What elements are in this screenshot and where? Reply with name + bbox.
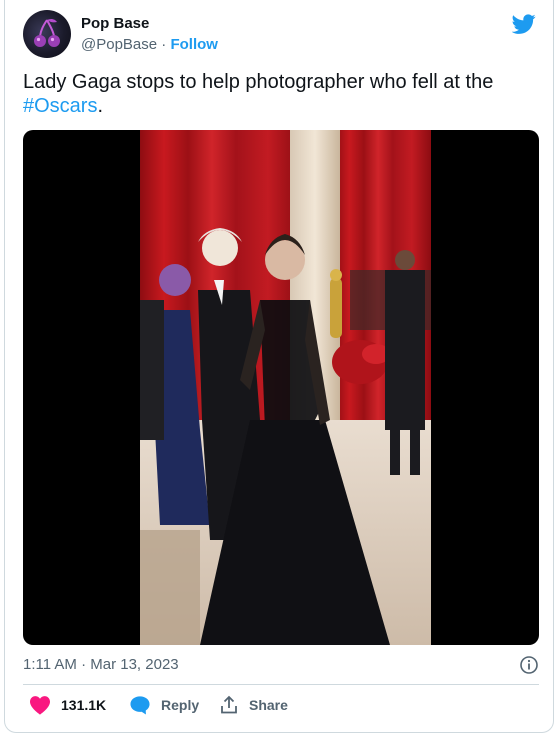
speech-bubble-icon (130, 696, 150, 715)
heart-icon (30, 696, 50, 715)
like-button[interactable]: 131.1K (29, 693, 106, 717)
like-count: 131.1K (61, 697, 107, 713)
action-bar: 131.1K Reply Share (23, 693, 539, 717)
share-upload-icon (221, 695, 237, 714)
divider (23, 684, 539, 685)
display-name[interactable]: Pop Base (81, 15, 218, 33)
tweet-card: Pop Base @PopBase · Follow Lady Gaga sto… (4, 0, 554, 733)
twitter-bird-icon[interactable] (512, 12, 536, 36)
info-icon[interactable] (519, 655, 539, 675)
video-frame[interactable] (140, 130, 431, 645)
timestamp[interactable]: 1:11 AM · Mar 13, 2023 (23, 656, 179, 673)
tweet-text-end: . (97, 95, 104, 117)
reply-button[interactable]: Reply (129, 693, 199, 717)
handle-line: @PopBase · Follow (81, 35, 218, 55)
tweet-text: Lady Gaga stops to help photographer who… (23, 70, 533, 118)
tweet-video[interactable] (23, 130, 539, 645)
share-label: Share (249, 697, 288, 713)
follow-button[interactable]: Follow (170, 36, 218, 53)
share-button[interactable]: Share (219, 693, 288, 717)
avatar[interactable] (23, 10, 71, 58)
tweet-header: Pop Base @PopBase · Follow (23, 10, 538, 60)
video-still-image (140, 130, 431, 645)
hashtag-link[interactable]: #Oscars (23, 95, 97, 117)
tweet-meta: 1:11 AM · Mar 13, 2023 (23, 654, 539, 676)
handle[interactable]: @PopBase (81, 36, 157, 53)
cherry-logo-icon (34, 18, 60, 47)
tweet-body: Lady Gaga stops to help photographer who… (23, 71, 494, 93)
reply-label: Reply (161, 697, 200, 713)
separator-dot: · (161, 36, 167, 53)
user-info: Pop Base @PopBase · Follow (81, 15, 218, 55)
